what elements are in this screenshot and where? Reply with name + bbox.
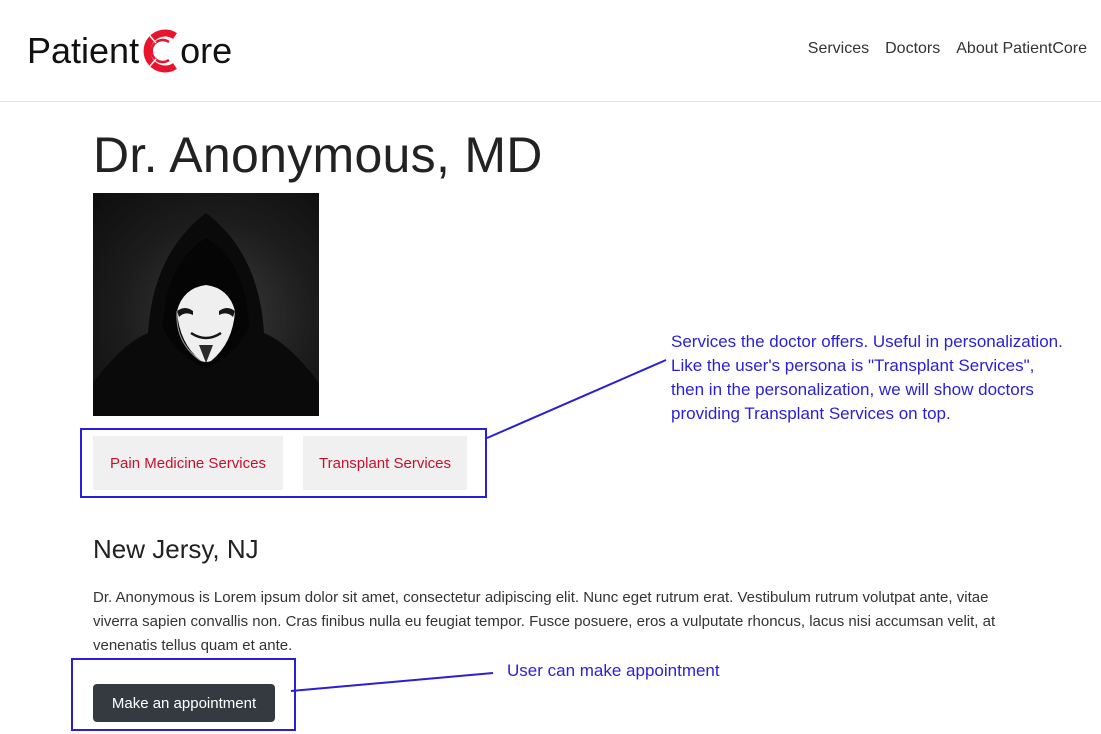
doctor-photo <box>93 193 319 416</box>
nav-services-link[interactable]: Services <box>808 40 869 58</box>
doctor-location: New Jersy, NJ <box>93 534 259 564</box>
annotation-services-line: providing Transplant Services on top. <box>671 404 951 423</box>
annotation-services-line: Services the doctor offers. Useful in pe… <box>671 332 1063 351</box>
annotation-services-line: Like the user's persona is "Transplant S… <box>671 356 1035 375</box>
annotation-box-appointment <box>71 658 296 731</box>
doctor-bio: Dr. Anonymous is Lorem ipsum dolor sit a… <box>93 589 996 654</box>
brand-text-patient: Patient <box>27 30 140 71</box>
nav-doctors-link[interactable]: Doctors <box>885 40 940 58</box>
doctor-name-heading: Dr. Anonymous, MD <box>93 127 543 183</box>
navbar: Patient ore Services Doctors About Patie… <box>0 0 1101 102</box>
brand-logo[interactable]: Patient ore <box>27 24 232 78</box>
annotation-services-note: Services the doctor offers. Useful in pe… <box>671 330 1063 426</box>
main-nav: Services Doctors About PatientCore <box>808 40 1087 58</box>
annotation-line-services <box>486 359 667 439</box>
brand-text-ore: ore <box>180 30 233 71</box>
annotation-box-services <box>80 428 487 498</box>
annotation-appointment-note: User can make appointment <box>507 661 720 680</box>
annotation-line-appointment <box>290 672 494 692</box>
hooded-mask-portrait-icon <box>93 213 319 416</box>
brand-c-icon <box>143 29 178 73</box>
annotation-services-line: then in the personalization, we will sho… <box>671 380 1034 399</box>
nav-about-link[interactable]: About PatientCore <box>956 40 1087 58</box>
